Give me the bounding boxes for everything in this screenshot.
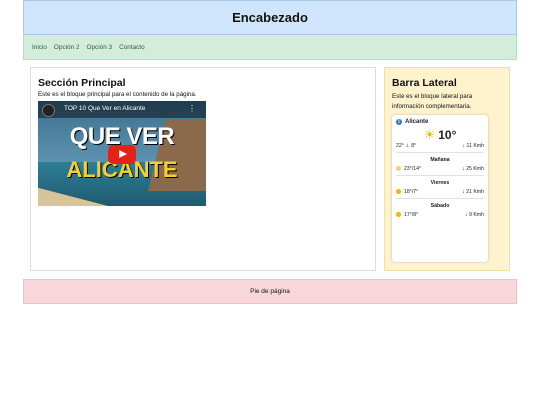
sidebar: Barra Lateral Este es el bloque lateral … (384, 67, 510, 271)
footer: Pie de página (23, 279, 517, 304)
sidebar-title: Barra Lateral (392, 77, 457, 89)
weather-header: i Alicante (396, 119, 484, 125)
nav-item-opcion-2[interactable]: Opción 2 (54, 44, 80, 51)
nav-item-opcion-3[interactable]: Opción 3 (87, 44, 113, 51)
partly-sunny-icon: ☀ (423, 127, 436, 142)
day-forecast-row: 17°/8° ↓ 9 Kmh (396, 212, 484, 218)
main-title: Sección Principal (38, 77, 126, 89)
current-temp: 10° (438, 128, 457, 142)
nav-item-inicio[interactable]: Inicio (32, 44, 47, 51)
weather-now: ☀ 10° (396, 127, 484, 143)
sun-icon (396, 166, 401, 172)
day-wind: ↓ 21 Kmh (462, 189, 484, 195)
nav-item-contacto[interactable]: Contacto (119, 44, 145, 51)
info-icon[interactable]: i (396, 119, 402, 125)
video-title[interactable]: TOP 10 Que Ver en Alicante (64, 105, 145, 112)
content-area: Sección Principal Este es el bloque prin… (23, 67, 517, 279)
day-temps: 17°/8° (396, 212, 418, 218)
day-temps: 23°/14° (396, 166, 421, 172)
header: Encabezado (23, 0, 517, 35)
page-wrapper: Encabezado Inicio Opción 2 Opción 3 Cont… (23, 0, 517, 304)
day-forecast-row: 23°/14° ↓ 25 Kmh (396, 166, 484, 172)
main-text: Este es el bloque principal para el cont… (38, 91, 197, 98)
divider (396, 152, 484, 153)
weather-widget[interactable]: i Alicante ☀ 10° 22° ⊥ 8° ↓ 11 Kmh Mañan… (392, 115, 488, 262)
divider (396, 175, 484, 176)
video-embed[interactable]: TOP 10 Que Ver en Alicante ⋮ QUE VER ALI… (38, 101, 206, 206)
day-wind: ↓ 9 Kmh (464, 212, 484, 218)
day-name: Mañana (430, 157, 450, 163)
channel-avatar-icon[interactable] (42, 104, 55, 117)
day-wind: ↓ 25 Kmh (462, 166, 484, 172)
divider (396, 198, 484, 199)
wind-now: ↓ 11 Kmh (462, 143, 484, 149)
day-forecast-row: 18°/7° ↓ 21 Kmh (396, 189, 484, 195)
main-nav: Inicio Opción 2 Opción 3 Contacto (23, 35, 517, 60)
main-section: Sección Principal Este es el bloque prin… (30, 67, 376, 271)
weather-now-details: 22° ⊥ 8° ↓ 11 Kmh (396, 143, 484, 149)
high-low-temp: 22° ⊥ 8° (396, 143, 417, 149)
day-temps: 18°/7° (396, 189, 418, 195)
sun-icon (396, 212, 401, 218)
day-name: Viernes (430, 180, 450, 186)
page-title: Encabezado (232, 10, 308, 25)
footer-text: Pie de página (250, 288, 290, 295)
more-options-icon[interactable]: ⋮ (188, 104, 196, 113)
sidebar-text: Este es el bloque lateral para informaci… (392, 93, 473, 110)
sun-icon (396, 189, 401, 195)
weather-city: Alicante (405, 119, 429, 125)
play-button-icon[interactable] (108, 145, 136, 164)
day-name: Sábado (430, 203, 450, 209)
